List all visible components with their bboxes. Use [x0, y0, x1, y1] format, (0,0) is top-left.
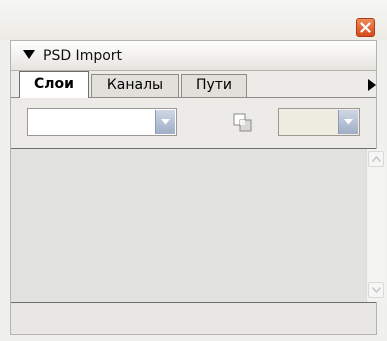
tab-layers[interactable]: Слои [19, 71, 89, 98]
tab-label: Слои [34, 76, 74, 92]
tab-channels[interactable]: Каналы [91, 74, 179, 97]
layers-list[interactable] [11, 148, 376, 303]
panel-header[interactable]: PSD Import [10, 40, 377, 71]
chevron-up-icon [372, 156, 381, 162]
psd-import-window: PSD Import Слои Каналы Пути [0, 0, 387, 341]
dropdown-button[interactable] [338, 110, 358, 134]
color-swatch-icon[interactable] [233, 113, 253, 133]
triangle-down-icon[interactable] [23, 50, 35, 60]
arrow-right-icon[interactable] [368, 79, 376, 91]
title-bar[interactable] [0, 0, 387, 40]
chevron-down-icon [161, 119, 170, 125]
tab-label: Пути [195, 77, 233, 93]
scroll-down-button[interactable] [368, 282, 384, 298]
scroll-up-button[interactable] [368, 151, 384, 167]
tab-strip: Слои Каналы Пути [11, 71, 376, 98]
panel-title: PSD Import [43, 48, 123, 64]
opacity-select[interactable] [278, 108, 360, 136]
tab-label: Каналы [106, 77, 164, 93]
chevron-down-icon [372, 287, 381, 293]
blend-mode-select[interactable] [27, 108, 177, 136]
chevron-down-icon [344, 119, 353, 125]
dropdown-button[interactable] [155, 110, 175, 134]
layer-toolbar [11, 98, 376, 148]
panel-footer [11, 303, 376, 334]
vertical-scrollbar[interactable] [366, 149, 385, 302]
close-button[interactable] [356, 18, 375, 37]
close-icon [360, 22, 371, 33]
tab-paths[interactable]: Пути [181, 74, 247, 97]
